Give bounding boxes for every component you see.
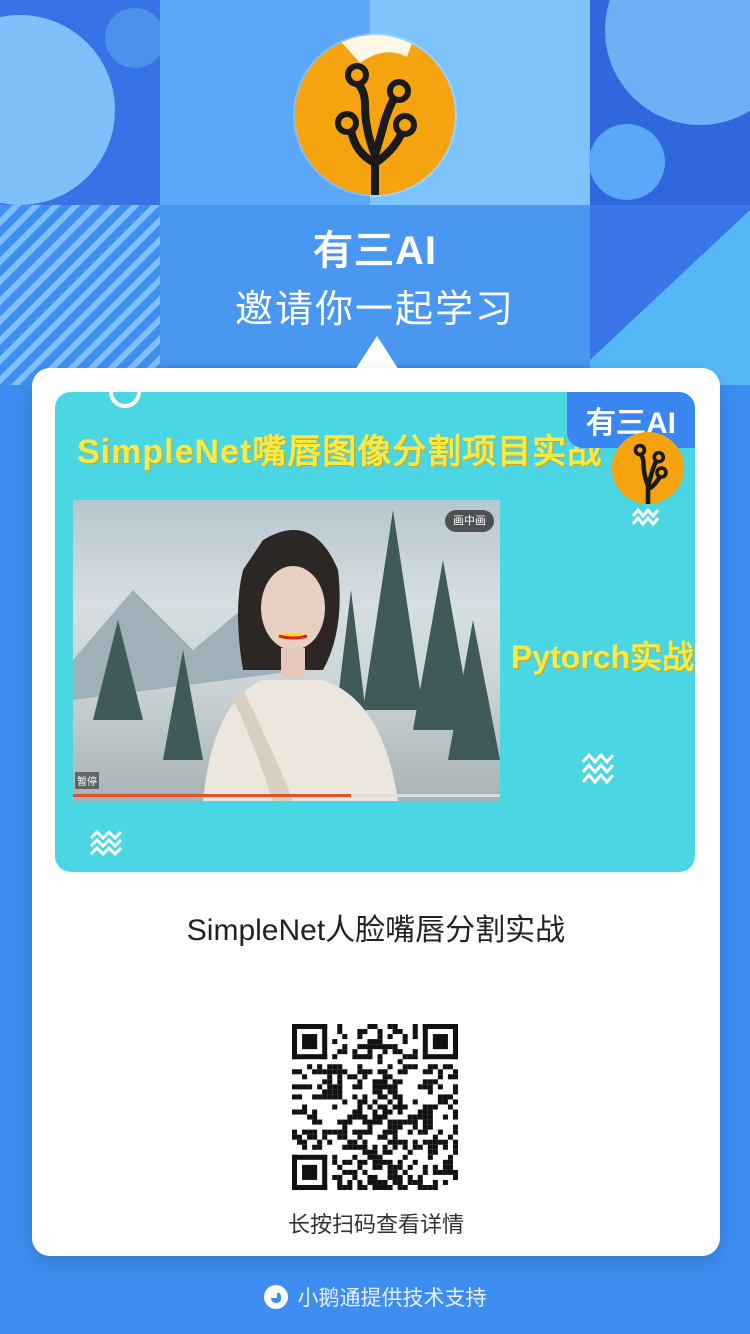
brand-avatar xyxy=(295,35,455,195)
course-title[interactable]: SimpleNet人脸嘴唇分割实战 xyxy=(32,905,720,949)
cover-title: SimpleNet嘴唇图像分割项目实战 xyxy=(77,433,603,471)
circuit-tree-logo-icon xyxy=(335,35,417,195)
brand-name: 有三AI xyxy=(313,229,437,273)
qr-caption: 长按扫码查看详情 xyxy=(287,1212,464,1237)
footer-text: 小鹅通提供技术支持 xyxy=(297,1287,487,1310)
cover-logo xyxy=(612,432,684,504)
video-frame-illustration xyxy=(73,510,500,801)
card-pointer xyxy=(355,336,399,370)
circuit-tree-logo-icon xyxy=(633,443,668,504)
goose-logo-icon xyxy=(263,1285,288,1309)
qr-code[interactable] xyxy=(292,1024,458,1190)
invite-text: 邀请你一起学习 xyxy=(234,289,515,331)
footer: 小鹅通提供技术支持 xyxy=(0,1282,750,1312)
course-cover[interactable]: SimpleNet嘴唇图像分割项目实战 有三AI 画中画 暂停 Pytorch实… xyxy=(55,392,695,872)
pip-button[interactable]: 画中画 xyxy=(445,510,494,532)
video-progress-fill xyxy=(73,794,351,797)
cover-subtitle: Pytorch实战 xyxy=(511,639,695,675)
video-preview[interactable]: 画中画 暂停 xyxy=(73,500,500,801)
pause-label[interactable]: 暂停 xyxy=(75,772,99,789)
video-progress-track[interactable] xyxy=(73,794,500,797)
